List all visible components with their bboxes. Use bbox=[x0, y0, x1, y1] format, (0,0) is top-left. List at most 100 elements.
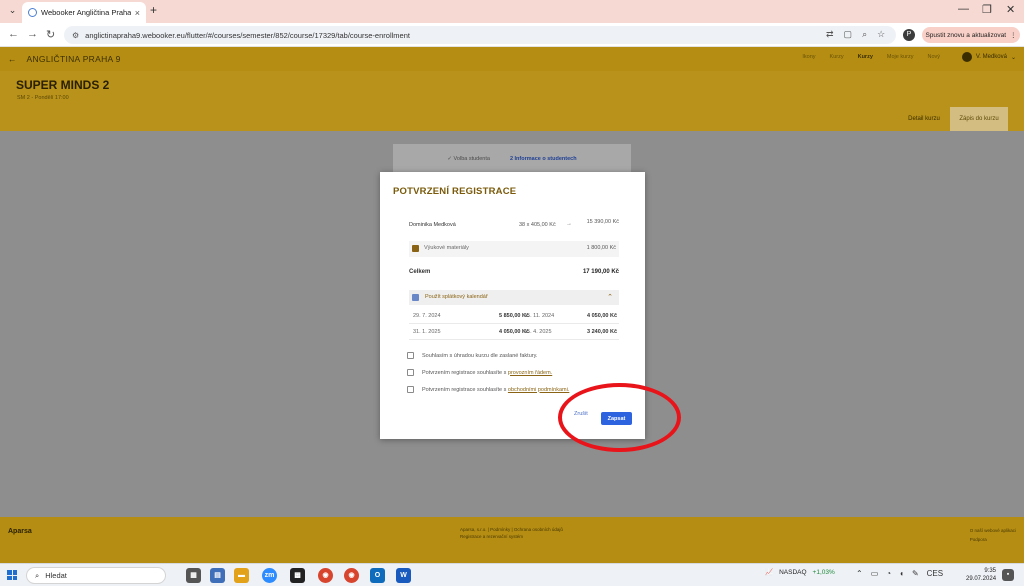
battery-icon[interactable]: ▭ bbox=[871, 569, 879, 578]
pen-icon[interactable]: ✎ bbox=[912, 569, 919, 578]
file-explorer-icon[interactable]: ▬ bbox=[234, 568, 249, 583]
close-window-icon[interactable]: ✕ bbox=[1006, 3, 1015, 16]
os-taskbar: ⌕ Hledat ▦ ▤ ▬ zm ▩ ◉ ◉ O W 📈 NASDAQ +1,… bbox=[0, 563, 1024, 586]
search-icon: ⌕ bbox=[35, 570, 40, 580]
materials-checkbox[interactable] bbox=[412, 245, 419, 252]
installment-amount: 5 850,00 Kč bbox=[499, 313, 529, 319]
terms-link[interactable]: obchodními podmínkami. bbox=[508, 387, 569, 393]
app-brand: ANGLIČTINA PRAHA 9 bbox=[26, 54, 121, 64]
footer-logo: Aparsa bbox=[8, 528, 32, 535]
url-field[interactable]: ⚙ anglictinapraha9.webooker.eu/flutter/#… bbox=[64, 26, 896, 44]
reload-icon[interactable]: ↻ bbox=[46, 28, 55, 41]
installment-date: 15. 11. 2024 bbox=[524, 313, 555, 319]
forward-arrow-icon[interactable]: → bbox=[27, 28, 38, 40]
footer-support-link[interactable]: Podpora bbox=[970, 535, 1016, 544]
chevron-up-icon[interactable]: ⌃ bbox=[607, 293, 613, 301]
consent-invoice[interactable]: Souhlasím s úhradou kurzu dle zaslané fa… bbox=[407, 352, 537, 359]
clock[interactable]: 9:35 29.07.2024 bbox=[966, 567, 996, 583]
back-arrow-icon[interactable]: ← bbox=[8, 28, 19, 40]
consent-checkbox[interactable] bbox=[407, 352, 414, 359]
zoom-icon[interactable]: ⌕ bbox=[862, 29, 867, 40]
task-view-icon[interactable]: ▦ bbox=[186, 568, 201, 583]
network-icon[interactable]: ◔ bbox=[886, 569, 891, 578]
cancel-button[interactable]: Zrušit bbox=[574, 411, 588, 417]
browser-tab[interactable]: Webooker Angličtina Praha 9 × bbox=[22, 2, 146, 23]
installment-date: 29. 7. 2024 bbox=[413, 313, 441, 319]
installment-calendar-toggle[interactable]: Použít splátkový kalendář ⌃ bbox=[409, 290, 619, 305]
chevron-down-icon: ⌄ bbox=[1010, 54, 1016, 61]
registration-confirm-dialog: POTVRZENÍ REGISTRACE Dominika Medková 38… bbox=[380, 172, 645, 439]
chrome-profile-icon[interactable]: ◉ bbox=[344, 568, 359, 583]
dialog-title: POTVRZENÍ REGISTRACE bbox=[393, 186, 517, 197]
course-header: SUPER MINDS 2 SM 2 - Pondělí 17:00 Detai… bbox=[0, 71, 1024, 131]
windows-start-icon[interactable] bbox=[7, 570, 17, 580]
chrome-icon[interactable]: ◉ bbox=[318, 568, 333, 583]
installment-checkbox[interactable] bbox=[412, 294, 419, 301]
tab-course-enrollment[interactable]: Zápis do kurzu bbox=[950, 107, 1008, 131]
installment-row: 31. 1. 2025 4 050,00 Kč 15. 4. 2025 3 24… bbox=[409, 324, 619, 340]
taskbar-search-label: Hledat bbox=[45, 571, 67, 580]
update-button[interactable]: Spustit znovu a aktualizovat ⋮ bbox=[922, 27, 1020, 43]
site-info-icon[interactable]: ⚙ bbox=[72, 31, 79, 40]
nav-item[interactable]: Ikony bbox=[802, 54, 815, 60]
favicon-icon bbox=[28, 8, 37, 17]
installment-date: 15. 4. 2025 bbox=[524, 329, 552, 335]
back-arrow-icon[interactable]: ← bbox=[8, 54, 17, 64]
app-icon[interactable]: ▩ bbox=[290, 568, 305, 583]
clock-date: 29.07.2024 bbox=[966, 576, 997, 582]
course-subtitle: SM 2 - Pondělí 17:00 bbox=[17, 95, 69, 101]
bookmark-star-icon[interactable]: ☆ bbox=[877, 29, 885, 40]
tab-course-detail[interactable]: Detail kurzu bbox=[900, 107, 948, 131]
operating-rules-link[interactable]: provozním řádem. bbox=[508, 370, 552, 376]
language-indicator[interactable]: CES bbox=[927, 569, 943, 578]
install-icon[interactable]: ▢ bbox=[844, 29, 853, 40]
taskbar-search[interactable]: ⌕ Hledat bbox=[26, 567, 166, 584]
url-text: anglictinapraha9.webooker.eu/flutter/#/c… bbox=[85, 30, 410, 40]
calculator-icon[interactable]: ▤ bbox=[210, 568, 225, 583]
nav-item[interactable]: Nový bbox=[927, 54, 940, 60]
total-label: Celkem bbox=[409, 269, 431, 275]
chevron-up-icon[interactable]: ⌃ bbox=[856, 569, 863, 578]
restore-icon[interactable]: ❐ bbox=[982, 3, 992, 16]
notifications-icon[interactable]: ▪ bbox=[1002, 569, 1014, 581]
address-bar-row: ← → ↻ ⚙ anglictinapraha9.webooker.eu/flu… bbox=[0, 23, 1024, 47]
materials-row: Výukové materiály 1 800,00 Kč bbox=[409, 241, 619, 257]
user-menu[interactable]: V. Medková ⌄ bbox=[961, 52, 1016, 62]
word-icon[interactable]: W bbox=[396, 568, 411, 583]
installment-label: Použít splátkový kalendář bbox=[425, 294, 488, 300]
footer-link-line[interactable]: Aparsa, s.r.o. | Podmínky | Ochrana osob… bbox=[460, 526, 563, 533]
submit-enroll-button[interactable]: Zapsat bbox=[601, 412, 632, 425]
installment-amount: 4 050,00 Kč bbox=[587, 313, 617, 319]
step-student-info: 2 Informace o studentech bbox=[509, 156, 577, 162]
nav-item[interactable]: Kurzy bbox=[830, 54, 844, 60]
consent-checkbox[interactable] bbox=[407, 386, 414, 393]
consent-operating-rules[interactable]: Potvrzením registrace souhlasíte s provo… bbox=[407, 369, 552, 376]
translate-icon[interactable]: ⇄ bbox=[826, 29, 834, 40]
student-price-row: Dominika Medková 38 x 405,00 Kč → 15 390… bbox=[409, 219, 619, 237]
footer-about-link[interactable]: O naší webové aplikaci bbox=[970, 526, 1016, 535]
stock-widget[interactable]: 📈 NASDAQ +1,03% bbox=[765, 568, 835, 577]
outlook-icon[interactable]: O bbox=[370, 568, 385, 583]
consent-checkbox[interactable] bbox=[407, 369, 414, 376]
consent-terms[interactable]: Potvrzením registrace souhlasíte s obcho… bbox=[407, 386, 569, 393]
step-choose-student: ✓ Volba studenta bbox=[447, 156, 490, 162]
footer-links: Aparsa, s.r.o. | Podmínky | Ochrana osob… bbox=[460, 526, 563, 540]
more-menu-icon: ⋮ bbox=[1010, 32, 1017, 39]
chart-icon: 📈 bbox=[765, 569, 774, 576]
materials-label: Výukové materiály bbox=[424, 245, 469, 251]
profile-avatar[interactable]: P bbox=[903, 29, 915, 41]
nav-item[interactable]: Moje kurzy bbox=[887, 54, 914, 60]
consent-text-part: Souhlasím s úhradou kurzu dle zaslané fa… bbox=[422, 352, 538, 359]
browser-tab-bar: ⌄ Webooker Angličtina Praha 9 × + — ❐ ✕ bbox=[0, 0, 1024, 23]
materials-amount: 1 800,00 Kč bbox=[586, 245, 616, 251]
user-avatar-icon bbox=[961, 52, 972, 62]
volume-icon[interactable]: ◖ bbox=[899, 569, 904, 578]
footer-text-line: Registrace a rezervační systém bbox=[460, 534, 524, 539]
new-tab-icon[interactable]: + bbox=[150, 3, 157, 17]
zoom-app-icon[interactable]: zm bbox=[262, 568, 277, 583]
close-tab-icon[interactable]: × bbox=[135, 8, 140, 18]
minimize-icon[interactable]: — bbox=[958, 3, 969, 15]
nav-item-active[interactable]: Kurzy bbox=[858, 54, 873, 60]
consent-text: Potvrzením registrace souhlasíte s provo… bbox=[422, 370, 552, 376]
tab-search-icon[interactable]: ⌄ bbox=[6, 4, 19, 17]
